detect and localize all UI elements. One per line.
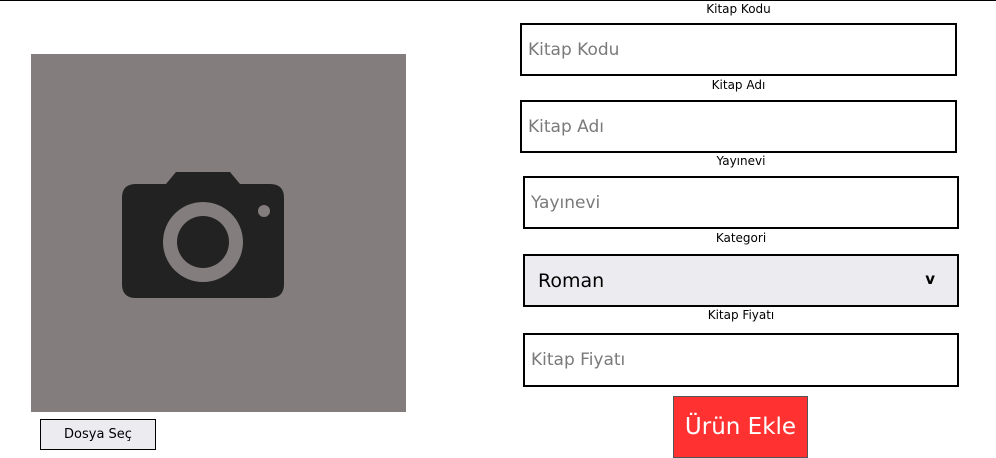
book-name-input[interactable] xyxy=(520,100,957,153)
publisher-input[interactable] xyxy=(523,176,959,229)
category-selected-value: Roman xyxy=(538,270,605,292)
book-price-input[interactable] xyxy=(523,333,959,387)
book-code-input[interactable] xyxy=(520,23,957,76)
category-select[interactable]: Roman v xyxy=(523,254,959,307)
choose-file-button[interactable]: Dosya Seç xyxy=(40,419,156,450)
book-code-label: Kitap Kodu xyxy=(706,2,771,16)
chevron-down-icon: v xyxy=(925,270,935,288)
publisher-label: Yayınevi xyxy=(716,154,766,168)
book-price-label: Kitap Fiyatı xyxy=(707,308,775,322)
add-product-button[interactable]: Ürün Ekle xyxy=(673,396,808,458)
camera-icon xyxy=(122,172,284,298)
top-divider xyxy=(0,0,996,1)
book-name-label: Kitap Adı xyxy=(711,78,766,92)
category-label: Kategori xyxy=(715,231,767,245)
